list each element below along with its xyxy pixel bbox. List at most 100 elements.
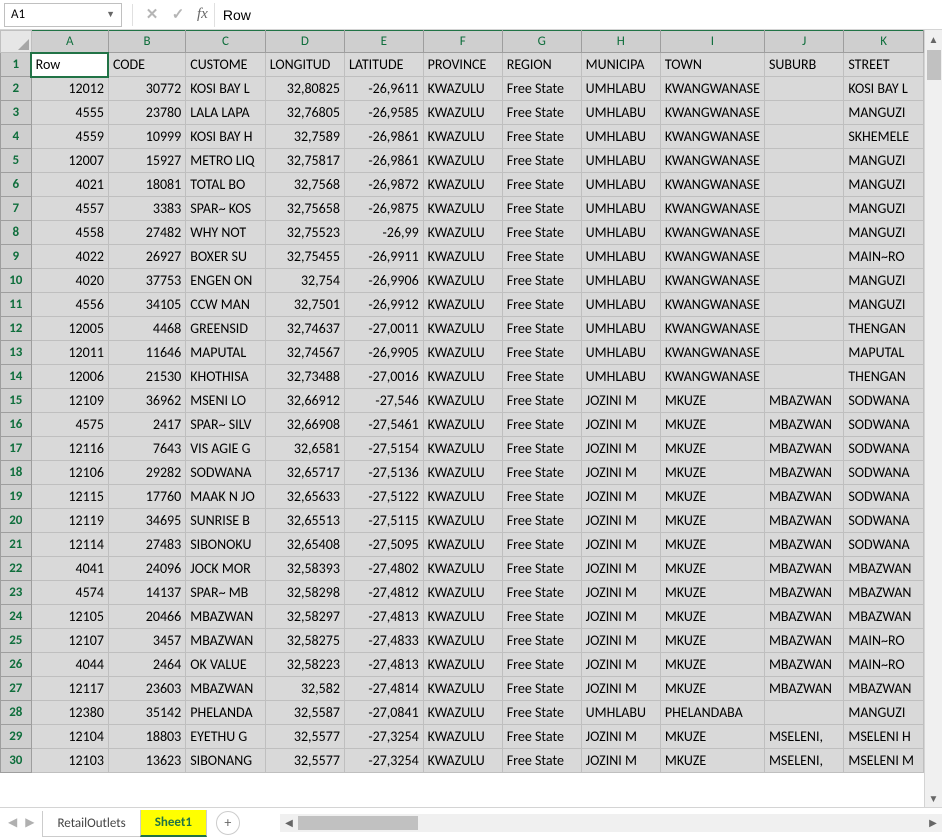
- cell-J28[interactable]: [764, 701, 843, 725]
- cell-H9[interactable]: UMHLABU: [581, 245, 660, 269]
- cell-B17[interactable]: 7643: [108, 437, 185, 461]
- cell-H10[interactable]: UMHLABU: [581, 269, 660, 293]
- cell-F17[interactable]: KWAZULU: [423, 437, 502, 461]
- cell-C11[interactable]: CCW MAN: [186, 293, 266, 317]
- row-header-21[interactable]: 21: [1, 533, 32, 557]
- cell-F4[interactable]: KWAZULU: [423, 125, 502, 149]
- row-header-20[interactable]: 20: [1, 509, 32, 533]
- cell-J1[interactable]: SUBURB: [764, 53, 843, 77]
- row-header-11[interactable]: 11: [1, 293, 32, 317]
- cell-K19[interactable]: SODWANA: [844, 485, 924, 509]
- cell-J29[interactable]: MSELENI,: [764, 725, 843, 749]
- cell-C10[interactable]: ENGEN ON: [186, 269, 266, 293]
- cell-C27[interactable]: MBAZWAN: [186, 677, 266, 701]
- cell-C6[interactable]: TOTAL BO: [186, 173, 266, 197]
- cell-J18[interactable]: MBAZWAN: [764, 461, 843, 485]
- cell-C19[interactable]: MAAK N JO: [186, 485, 266, 509]
- cell-B19[interactable]: 17760: [108, 485, 185, 509]
- cell-F19[interactable]: KWAZULU: [423, 485, 502, 509]
- cell-I26[interactable]: MKUZE: [660, 653, 764, 677]
- cell-B23[interactable]: 14137: [108, 581, 185, 605]
- cell-E9[interactable]: -26,9911: [344, 245, 423, 269]
- row-header-8[interactable]: 8: [1, 221, 32, 245]
- cell-F8[interactable]: KWAZULU: [423, 221, 502, 245]
- cell-K24[interactable]: MBAZWAN: [844, 605, 924, 629]
- col-header-K[interactable]: K: [844, 31, 924, 53]
- cell-J13[interactable]: [764, 341, 843, 365]
- cell-I16[interactable]: MKUZE: [660, 413, 764, 437]
- cell-G23[interactable]: Free State: [502, 581, 581, 605]
- scroll-right-icon[interactable]: ▶: [924, 816, 942, 829]
- cell-I17[interactable]: MKUZE: [660, 437, 764, 461]
- cell-C21[interactable]: SIBONOKU: [186, 533, 266, 557]
- cell-A3[interactable]: 4555: [31, 101, 108, 125]
- cell-A9[interactable]: 4022: [31, 245, 108, 269]
- cell-B29[interactable]: 18803: [108, 725, 185, 749]
- cell-B4[interactable]: 10999: [108, 125, 185, 149]
- cell-K7[interactable]: MANGUZI: [844, 197, 924, 221]
- cell-D23[interactable]: 32,58298: [265, 581, 344, 605]
- cell-G4[interactable]: Free State: [502, 125, 581, 149]
- row-header-29[interactable]: 29: [1, 725, 32, 749]
- cell-F5[interactable]: KWAZULU: [423, 149, 502, 173]
- cell-E28[interactable]: -27,0841: [344, 701, 423, 725]
- cell-J14[interactable]: [764, 365, 843, 389]
- cell-G28[interactable]: Free State: [502, 701, 581, 725]
- cell-C14[interactable]: KHOTHISA: [186, 365, 266, 389]
- row-header-3[interactable]: 3: [1, 101, 32, 125]
- cell-A13[interactable]: 12011: [31, 341, 108, 365]
- cell-B7[interactable]: 3383: [108, 197, 185, 221]
- cell-G25[interactable]: Free State: [502, 629, 581, 653]
- cell-I8[interactable]: KWANGWANASE: [660, 221, 764, 245]
- col-header-C[interactable]: C: [186, 31, 266, 53]
- cell-C5[interactable]: METRO LIQ: [186, 149, 266, 173]
- cell-F16[interactable]: KWAZULU: [423, 413, 502, 437]
- cell-G22[interactable]: Free State: [502, 557, 581, 581]
- cell-B26[interactable]: 2464: [108, 653, 185, 677]
- cell-E7[interactable]: -26,9875: [344, 197, 423, 221]
- cell-E10[interactable]: -26,9906: [344, 269, 423, 293]
- cell-F21[interactable]: KWAZULU: [423, 533, 502, 557]
- cell-G10[interactable]: Free State: [502, 269, 581, 293]
- cell-D3[interactable]: 32,76805: [265, 101, 344, 125]
- cell-B5[interactable]: 15927: [108, 149, 185, 173]
- cell-G3[interactable]: Free State: [502, 101, 581, 125]
- cell-K21[interactable]: SODWANA: [844, 533, 924, 557]
- cell-A23[interactable]: 4574: [31, 581, 108, 605]
- cell-D17[interactable]: 32,6581: [265, 437, 344, 461]
- cell-B20[interactable]: 34695: [108, 509, 185, 533]
- cell-J9[interactable]: [764, 245, 843, 269]
- cell-A25[interactable]: 12107: [31, 629, 108, 653]
- row-header-18[interactable]: 18: [1, 461, 32, 485]
- col-header-G[interactable]: G: [502, 31, 581, 53]
- cell-B24[interactable]: 20466: [108, 605, 185, 629]
- cell-K8[interactable]: MANGUZI: [844, 221, 924, 245]
- cell-D29[interactable]: 32,5577: [265, 725, 344, 749]
- cell-A22[interactable]: 4041: [31, 557, 108, 581]
- cell-A16[interactable]: 4575: [31, 413, 108, 437]
- cell-K13[interactable]: MAPUTAL: [844, 341, 924, 365]
- sheet-tab-retailoutlets[interactable]: RetailOutlets: [42, 811, 140, 837]
- enter-icon[interactable]: ✓: [165, 3, 191, 27]
- cell-K4[interactable]: SKHEMELE: [844, 125, 924, 149]
- cell-H12[interactable]: UMHLABU: [581, 317, 660, 341]
- cell-I23[interactable]: MKUZE: [660, 581, 764, 605]
- cell-H14[interactable]: UMHLABU: [581, 365, 660, 389]
- cell-K9[interactable]: MAIN~RO: [844, 245, 924, 269]
- cell-J6[interactable]: [764, 173, 843, 197]
- cell-K2[interactable]: KOSI BAY L: [844, 77, 924, 101]
- scroll-down-icon[interactable]: ▼: [925, 789, 942, 807]
- scroll-left-icon[interactable]: ◀: [280, 816, 298, 829]
- cell-F2[interactable]: KWAZULU: [423, 77, 502, 101]
- cell-A17[interactable]: 12116: [31, 437, 108, 461]
- cell-E26[interactable]: -27,4813: [344, 653, 423, 677]
- cell-J23[interactable]: MBAZWAN: [764, 581, 843, 605]
- name-box[interactable]: A1 ▼: [4, 3, 122, 27]
- cell-K28[interactable]: MANGUZI: [844, 701, 924, 725]
- cell-F24[interactable]: KWAZULU: [423, 605, 502, 629]
- cell-H3[interactable]: UMHLABU: [581, 101, 660, 125]
- cell-I12[interactable]: KWANGWANASE: [660, 317, 764, 341]
- cell-F28[interactable]: KWAZULU: [423, 701, 502, 725]
- cell-C9[interactable]: BOXER SU: [186, 245, 266, 269]
- cell-A7[interactable]: 4557: [31, 197, 108, 221]
